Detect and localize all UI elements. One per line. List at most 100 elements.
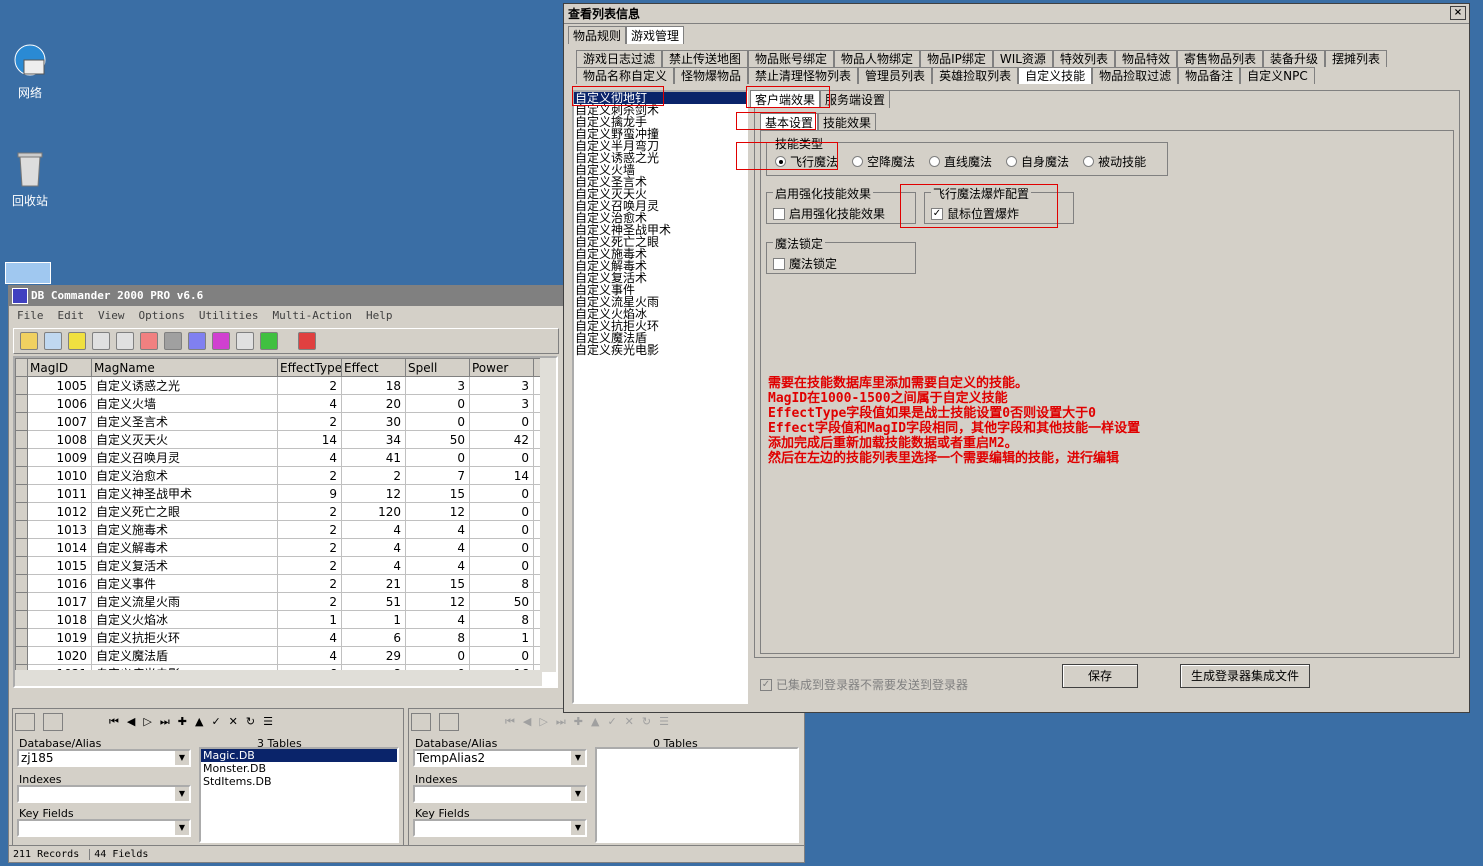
tables-list[interactable] [595,747,799,843]
table-cell[interactable]: 42 [469,430,534,449]
row-indicator[interactable] [15,592,28,611]
info-icon[interactable] [212,332,230,350]
menu-utilities[interactable]: Utilities [199,306,259,326]
table-cell[interactable]: 0 [405,448,470,467]
table-cell[interactable]: 0 [469,538,534,557]
row-indicator[interactable] [15,538,28,557]
table-cell[interactable]: 30 [341,412,406,431]
table-cell[interactable]: 51 [341,592,406,611]
lock-checkbox[interactable]: 魔法锁定 [773,255,837,272]
table-cell[interactable]: 0 [469,556,534,575]
column-header[interactable]: Effect [341,358,406,377]
skill-type-radio[interactable]: 空降魔法 [852,153,915,170]
next-record-icon[interactable]: ▷ [143,715,151,729]
filter-icon[interactable] [140,332,158,350]
tab-item[interactable]: 禁止清理怪物列表 [748,67,859,84]
last-record-icon[interactable]: ⏭ [160,715,170,729]
column-header[interactable]: MagID [27,358,92,377]
table-cell[interactable]: 2 [277,376,342,395]
menu-help[interactable]: Help [366,306,393,326]
delete-record-icon[interactable]: ▲ [195,715,203,729]
refresh-icon[interactable]: ↻ [642,715,651,729]
table-cell[interactable]: 1011 [27,484,92,503]
table-cell[interactable]: 8 [405,628,470,647]
table-cell[interactable]: 29 [341,646,406,665]
table-cell[interactable]: 50 [469,592,534,611]
skill-list[interactable]: 自定义彻地钉 自定义刺杀剑术 自定义擒龙手 自定义野蛮冲撞 自定义半月弯刀 自定义诱惑之光… [572,90,748,704]
table-cell[interactable]: 1020 [27,646,92,665]
table-cell[interactable]: 14 [469,466,534,485]
tab-item[interactable]: 物品捡取过滤 [1092,67,1179,84]
table-cell[interactable]: 1010 [27,466,92,485]
table-cell[interactable]: 50 [405,430,470,449]
table-row[interactable]: 1018 自定义火焰冰 1 1 4 8 [15,610,542,629]
table-cell[interactable]: 2 [277,556,342,575]
table-cell[interactable]: 4 [405,538,470,557]
table-cell[interactable]: 4 [277,646,342,665]
chevron-down-icon[interactable]: ▼ [571,787,585,801]
row-indicator[interactable] [15,520,28,539]
tab-item[interactable]: WIL资源 [992,50,1053,67]
settings-icon[interactable]: ☰ [263,715,273,729]
table-row[interactable]: 1008 自定义灭天火 14 34 50 42 [15,430,542,449]
table-cell[interactable]: 1017 [27,592,92,611]
table-cell[interactable]: 4 [341,556,406,575]
table-cell[interactable]: 4 [405,556,470,575]
table-cell[interactable]: 0 [405,412,470,431]
pane-tool-icon[interactable] [439,713,459,731]
table-row[interactable]: 1007 自定义圣言术 2 30 0 0 [15,412,542,431]
radio-dot[interactable] [1083,156,1095,167]
table-cell[interactable]: 自定义灭天火 [91,430,278,449]
prior-record-icon[interactable]: ◀ [127,715,135,729]
table-list-item[interactable]: Magic.DB [201,749,397,762]
tab-item[interactable]: 摆摊列表 [1325,50,1388,67]
table-cell[interactable]: 15 [405,574,470,593]
radio-dot[interactable] [929,156,941,167]
tab-item-rules[interactable]: 物品规则 [568,26,627,44]
desktop-icon-recycle-bin[interactable]: 回收站 [0,148,60,209]
table-row[interactable]: 1011 自定义神圣战甲术 9 12 15 0 [15,484,542,503]
table-cell[interactable]: 6 [341,628,406,647]
table-cell[interactable]: 1018 [27,610,92,629]
table-cell[interactable]: 3 [469,376,534,395]
table-cell[interactable]: 2 [277,538,342,557]
settings-icon[interactable]: ☰ [659,715,669,729]
row-indicator[interactable] [15,448,28,467]
table-cell[interactable]: 1008 [27,430,92,449]
first-record-icon[interactable]: ⏮ [505,715,515,729]
table-cell[interactable]: 0 [469,484,534,503]
column-header[interactable]: MagName [91,358,278,377]
table-row[interactable]: 1013 自定义施毒术 2 4 4 0 [15,520,542,539]
first-record-icon[interactable]: ⏮ [109,715,119,729]
table-cell[interactable]: 0 [469,646,534,665]
table-row[interactable]: 1006 自定义火墙 4 20 0 3 [15,394,542,413]
table-cell[interactable]: 自定义神圣战甲术 [91,484,278,503]
next-record-icon[interactable]: ▷ [539,715,547,729]
menu-file[interactable]: File [17,306,44,326]
table-cell[interactable]: 自定义圣言术 [91,412,278,431]
table-cell[interactable]: 2 [341,466,406,485]
pane-tool-icon[interactable] [15,713,35,731]
table-cell[interactable]: 41 [341,448,406,467]
table-cell[interactable]: 0 [405,394,470,413]
table-cell[interactable]: 自定义治愈术 [91,466,278,485]
table-list-item[interactable]: StdItems.DB [201,775,397,788]
insert-record-icon[interactable]: ✚ [574,715,583,729]
last-record-icon[interactable]: ⏭ [556,715,566,729]
menu-edit[interactable]: Edit [58,306,85,326]
key-icon[interactable] [68,332,86,350]
row-indicator[interactable] [15,646,28,665]
table-cell[interactable]: 2 [277,574,342,593]
tables-list[interactable]: Magic.DB Monster.DB StdItems.DB [199,747,399,843]
tab-item[interactable]: 管理员列表 [858,67,933,84]
dbc-titlebar[interactable]: DB Commander 2000 PRO v6.6 [9,286,563,306]
arrow-right-icon[interactable] [92,332,110,350]
table-cell[interactable]: 0 [405,646,470,665]
cancel-record-icon[interactable]: ✕ [625,715,634,729]
prior-record-icon[interactable]: ◀ [523,715,531,729]
table-cell[interactable]: 2 [277,412,342,431]
table-icon[interactable] [44,332,62,350]
table-cell[interactable]: 2 [277,502,342,521]
table-cell[interactable]: 12 [405,592,470,611]
close-icon[interactable]: × [1450,6,1466,20]
